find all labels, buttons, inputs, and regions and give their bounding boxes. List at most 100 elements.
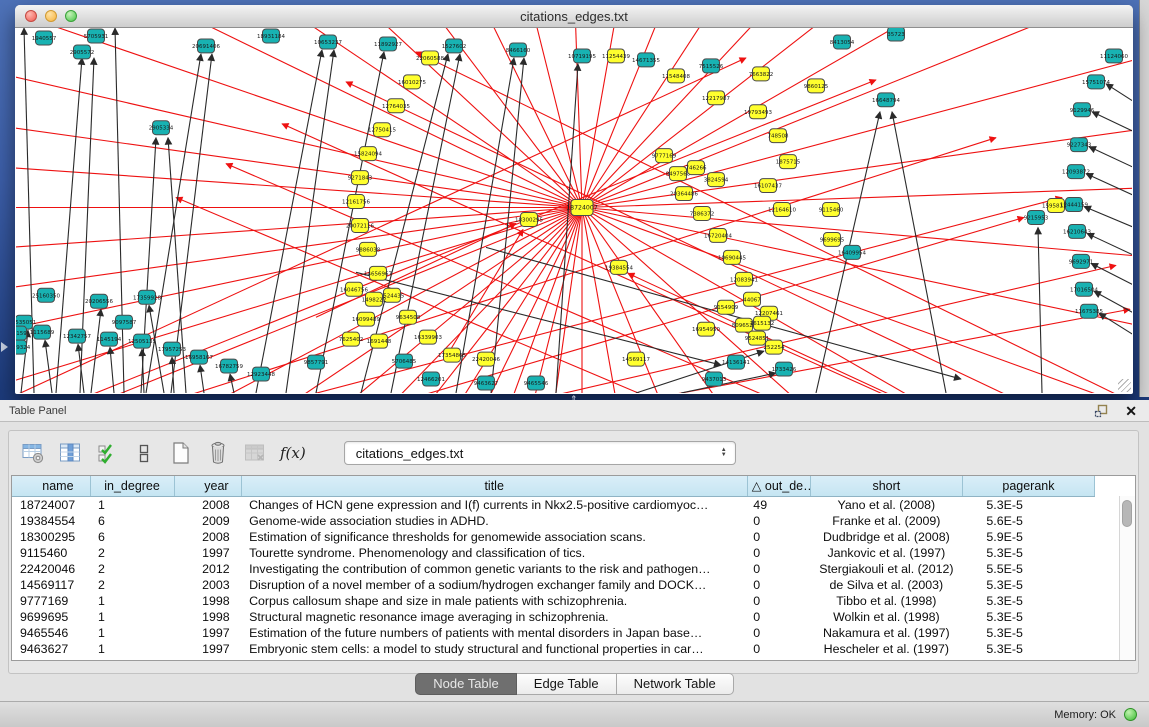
graph-node-label: 9886038 (356, 247, 381, 253)
graph-node-label: 11254439 (602, 54, 630, 60)
network-window[interactable]: citations_edges.txt 22060588160102751276… (15, 5, 1133, 394)
graph-canvas[interactable]: 2206058816010275127640351275041515824094… (16, 28, 1132, 393)
table-cell: 1 (90, 641, 174, 657)
table-cell: 1997 (174, 641, 241, 657)
table-cell: 5.3E-5 (962, 545, 1094, 561)
graph-node-label: 1940557 (32, 36, 57, 42)
graph-node-label: 1691448 (367, 339, 392, 345)
graph-node-label: 8139324 (16, 345, 31, 351)
graph-node-label: 16210643 (1063, 229, 1091, 235)
column-header-short[interactable]: short (810, 476, 962, 496)
graph-node-label: 11892927 (374, 42, 402, 48)
graph-node-label: 19384554 (605, 265, 633, 271)
table-cell: 2008 (174, 496, 241, 513)
delete-column-icon[interactable] (206, 441, 230, 465)
minimize-window-button[interactable] (45, 10, 57, 22)
graph-node-label: 20206556 (85, 299, 113, 305)
table-options-icon[interactable] (21, 441, 45, 465)
table-row[interactable]: 1456911722003Disruption of a novel membe… (12, 577, 1095, 593)
table-row[interactable]: 946362711997Embryonic stem cells: a mode… (12, 641, 1095, 657)
tab-network-table[interactable]: Network Table (617, 673, 734, 695)
graph-node-label: 7386372 (690, 211, 714, 217)
column-header-name[interactable]: name (12, 476, 90, 496)
tab-edge-table[interactable]: Edge Table (517, 673, 617, 695)
graph-node-label: 12164610 (768, 208, 796, 214)
table-cell: Jankovic et al. (1997) (810, 545, 962, 561)
table-row[interactable]: 946554611997Estimation of the future num… (12, 625, 1095, 641)
table-cell: Wolkin et al. (1998) (810, 609, 962, 625)
table-cell: Changes of HCN gene expression and I(f) … (241, 496, 747, 513)
graph-node-label: 1615132 (750, 321, 774, 327)
selection-helper-icon[interactable] (95, 441, 119, 465)
window-resize-grip[interactable] (1118, 379, 1131, 392)
rows-icon[interactable] (132, 441, 156, 465)
graph-node-label: 748508 (768, 134, 789, 140)
table-cell: Yano et al. (2008) (810, 496, 962, 513)
table-cell: 0 (747, 593, 810, 609)
graph-node-label: 12923448 (247, 372, 275, 378)
close-panel-icon[interactable]: ✕ (1125, 404, 1137, 418)
function-builder-icon[interactable]: f(x) (280, 441, 306, 465)
table-cell: Tourette syndrome. Phenomenology and cla… (241, 545, 747, 561)
table-row[interactable]: 2242004622012Investigating the contribut… (12, 561, 1095, 577)
close-window-button[interactable] (25, 10, 37, 22)
table-row[interactable]: 1830029562008Estimation of significance … (12, 529, 1095, 545)
graph-node-label: 9437013 (702, 377, 727, 383)
table-panel-header: Table Panel ✕ (0, 400, 1149, 422)
table-cell: Estimation of the future numbers of pati… (241, 625, 747, 641)
table-scrollbar[interactable] (1119, 496, 1135, 660)
graph-node-label: 18724007 (566, 205, 598, 212)
table-cell: 1 (90, 625, 174, 641)
memory-status-icon[interactable] (1124, 708, 1137, 721)
table-scrollbar-thumb[interactable] (1122, 500, 1132, 527)
graph-node-label: 10690445 (718, 255, 746, 261)
graph-node-label: 44067 (743, 297, 761, 303)
table-panel: Table Panel ✕ (0, 400, 1149, 727)
graph-node-label: 15824094 (354, 152, 382, 158)
table-cell: 9465546 (12, 625, 90, 641)
table-cell: 22420046 (12, 561, 90, 577)
table-cell: 0 (747, 529, 810, 545)
tab-node-table[interactable]: Node Table (415, 673, 517, 695)
table-tabs: Node Table Edge Table Network Table (0, 673, 1149, 695)
table-cell: 9699695 (12, 609, 90, 625)
show-columns-icon[interactable] (58, 441, 82, 465)
table-cell: 0 (747, 561, 810, 577)
graph-node-label: 14569117 (622, 357, 650, 363)
column-header-year[interactable]: year (174, 476, 241, 496)
table-row[interactable]: 911546021997Tourette syndrome. Phenomeno… (12, 545, 1095, 561)
column-header-out_degree[interactable]: △ out_de… (747, 476, 810, 496)
column-header-in_degree[interactable]: in_degree (90, 476, 174, 496)
graph-node-label: 17957253 (158, 347, 186, 353)
panel-collapse-arrow[interactable] (1, 342, 13, 352)
table-row[interactable]: 1938455462009Genome-wide association stu… (12, 513, 1095, 529)
graph-node-label: 16648794 (872, 98, 900, 104)
graph-node-label: 1527602 (442, 44, 466, 50)
delete-table-icon (243, 441, 267, 465)
table-toolbar: f(x) citations_edges.txt ▲▼ (21, 438, 736, 468)
zoom-window-button[interactable] (65, 10, 77, 22)
table-row[interactable]: 977716911998Corpus callosum shape and si… (12, 593, 1095, 609)
new-column-icon[interactable] (169, 441, 193, 465)
float-panel-icon[interactable] (1094, 404, 1109, 418)
table-cell: 5.3E-5 (962, 593, 1094, 609)
table-cell: 0 (747, 513, 810, 529)
graph-node-label: 9777169 (652, 154, 677, 160)
table-cell: Tibbo et al. (1998) (810, 593, 962, 609)
graph-node-label: 15751074 (1082, 80, 1110, 86)
table-cell: de Silva et al. (2003) (810, 577, 962, 593)
graph-node-label: 9463627 (474, 381, 499, 387)
network-window-titlebar[interactable]: citations_edges.txt (15, 5, 1133, 28)
graph-node-label: 9215953 (1024, 215, 1049, 221)
node-table: namein_degreeyeartitle△ out_de…shortpage… (12, 476, 1095, 657)
column-header-title[interactable]: title (241, 476, 747, 496)
table-row[interactable]: 1872400712008Changes of HCN gene express… (12, 496, 1095, 513)
graph-node-label: 17354865 (438, 353, 466, 359)
graph-node-label: 14671355 (632, 58, 660, 64)
table-row[interactable]: 969969511998Structural magnetic resonanc… (12, 609, 1095, 625)
column-header-pagerank[interactable]: pagerank (962, 476, 1094, 496)
graph-node-label: 22060588 (416, 56, 444, 62)
table-cell: 1998 (174, 609, 241, 625)
graph-node-label: 25160350 (32, 293, 60, 299)
table-selector[interactable]: citations_edges.txt ▲▼ (344, 441, 736, 465)
